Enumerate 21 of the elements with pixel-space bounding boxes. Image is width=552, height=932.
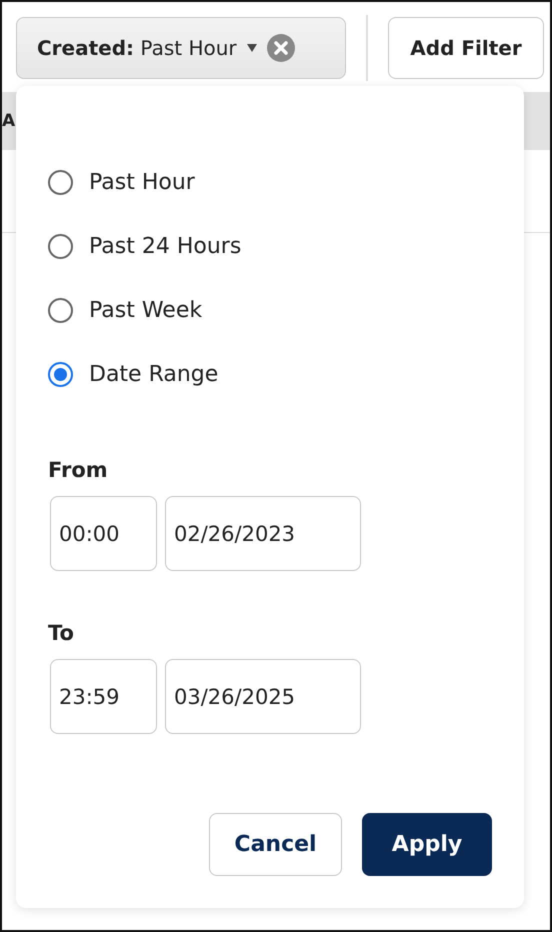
header-text: A [2, 111, 16, 131]
range-label: To [48, 621, 74, 645]
date-field[interactable]: 03/26/2025 [165, 659, 361, 734]
date-field[interactable]: 02/26/2023 [165, 496, 361, 571]
cancel-button[interactable]: Cancel [209, 813, 342, 876]
radio-option[interactable]: Past Week [48, 278, 492, 342]
radio-icon[interactable] [48, 234, 73, 258]
filter-chip[interactable]: Created: Past Hour [16, 17, 346, 79]
caret-icon [246, 44, 257, 52]
time-field[interactable]: 00:00 [50, 496, 157, 571]
apply-button[interactable]: Apply [362, 813, 492, 876]
radio-option[interactable]: Date Range [48, 342, 492, 406]
radio-icon[interactable] [48, 362, 73, 386]
range-label: From [48, 458, 108, 482]
clear-icon[interactable] [266, 34, 295, 62]
radio-icon[interactable] [48, 298, 73, 322]
radio-option[interactable]: Past Hour [48, 150, 492, 214]
radio-option[interactable]: Past 24 Hours [48, 214, 492, 278]
add-filter-button[interactable]: Add Filter [388, 17, 544, 79]
radio-icon[interactable] [48, 170, 73, 194]
time-field[interactable]: 23:59 [50, 659, 157, 734]
